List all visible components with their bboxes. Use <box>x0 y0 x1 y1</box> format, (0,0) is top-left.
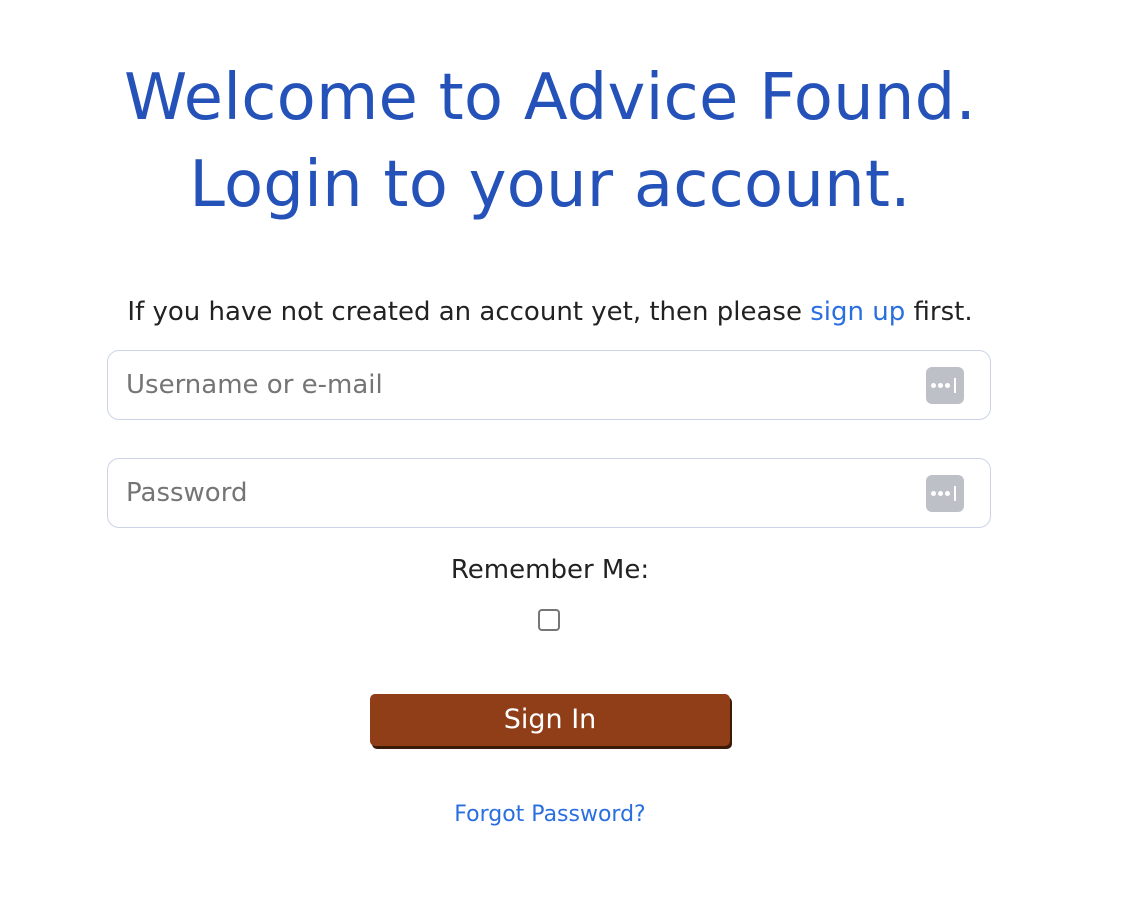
login-page: Welcome to Advice Found. Login to your a… <box>0 0 1100 910</box>
signup-prompt: If you have not created an account yet, … <box>0 294 1100 330</box>
remember-me-label: Remember Me: <box>450 555 650 585</box>
password-manager-key-icon[interactable] <box>926 475 964 512</box>
forgot-password-container: Forgot Password? <box>0 799 1100 831</box>
page-title-login: Login to your account. <box>189 148 911 222</box>
forgot-password-link[interactable]: Forgot Password? <box>454 802 645 827</box>
sign-in-button[interactable]: Sign In <box>370 694 730 746</box>
password-field <box>107 458 991 528</box>
sign-up-link[interactable]: sign up <box>810 297 905 327</box>
page-title-welcome: Welcome to Advice Found. <box>123 61 977 135</box>
username-field <box>107 350 991 420</box>
remember-me-checkbox[interactable] <box>538 609 560 631</box>
password-manager-key-icon[interactable] <box>926 367 964 404</box>
password-input[interactable] <box>108 459 990 527</box>
signup-prompt-after: first. <box>905 297 973 327</box>
username-input[interactable] <box>108 351 990 419</box>
signup-prompt-before: If you have not created an account yet, … <box>127 297 811 327</box>
